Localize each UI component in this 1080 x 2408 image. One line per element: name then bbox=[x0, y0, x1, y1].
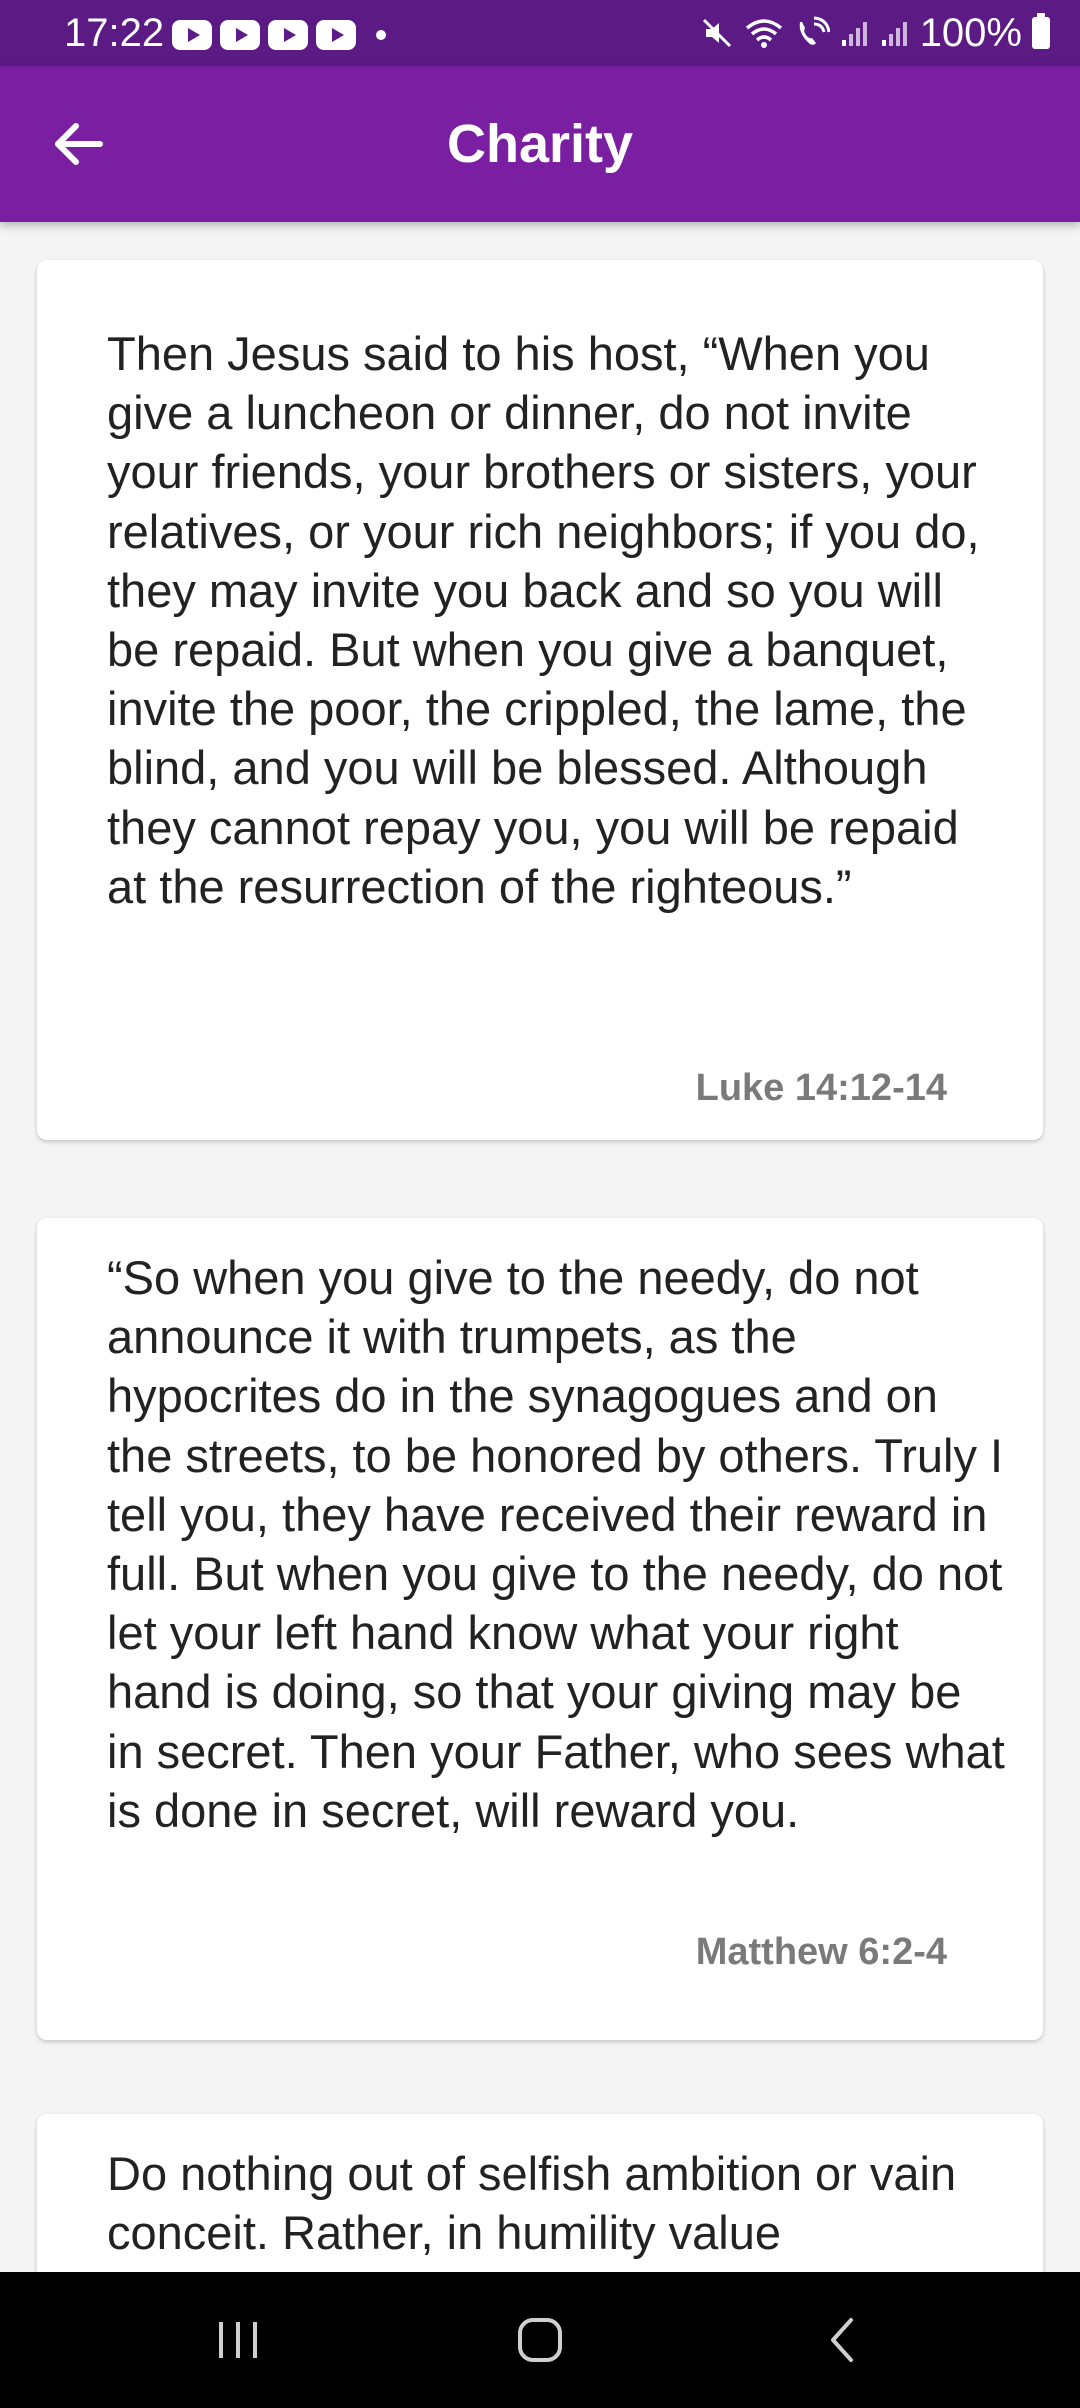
nav-back-button[interactable] bbox=[782, 2300, 902, 2380]
status-icons: 100% bbox=[700, 10, 1050, 56]
battery-percent: 100% bbox=[919, 11, 1022, 55]
verse-card[interactable]: Then Jesus said to his host, “When you g… bbox=[37, 260, 1043, 1140]
more-notifications-dot-icon bbox=[376, 30, 386, 40]
youtube-notification-icon bbox=[316, 20, 356, 50]
verse-reference: Matthew 6:2-4 bbox=[696, 1930, 947, 1974]
youtube-notification-icon bbox=[172, 20, 212, 50]
app-bar: Charity bbox=[0, 66, 1080, 222]
verse-text: Do nothing out of selfish ambition or va… bbox=[107, 2147, 957, 2260]
verse-text: “So when you give to the needy, do not a… bbox=[107, 1251, 1005, 1837]
notification-icons bbox=[172, 20, 386, 50]
verse-reference: Luke 14:12-14 bbox=[696, 1066, 947, 1110]
wifi-icon bbox=[744, 16, 784, 50]
page-title: Charity bbox=[446, 114, 634, 174]
system-nav-bar bbox=[0, 2272, 1080, 2408]
home-icon bbox=[518, 2318, 562, 2362]
verse-list[interactable]: Then Jesus said to his host, “When you g… bbox=[0, 222, 1080, 2272]
battery-icon bbox=[1032, 13, 1050, 49]
home-button[interactable] bbox=[480, 2300, 600, 2380]
verse-card[interactable]: “So when you give to the needy, do not a… bbox=[37, 1218, 1043, 2040]
mute-icon bbox=[700, 16, 734, 50]
signal-icon bbox=[880, 18, 910, 48]
verse-text: Then Jesus said to his host, “When you g… bbox=[107, 327, 980, 913]
verse-number: 14:12-14 bbox=[794, 1067, 947, 1109]
youtube-notification-icon bbox=[268, 20, 308, 50]
verse-book: Luke bbox=[695, 1067, 785, 1109]
wifi-calling-icon bbox=[794, 16, 830, 50]
chevron-left-icon bbox=[831, 2318, 853, 2362]
verse-book: Matthew bbox=[695, 1931, 848, 1973]
status-time: 17:22 bbox=[64, 11, 165, 55]
verse-card[interactable]: Do nothing out of selfish ambition or va… bbox=[37, 2114, 1043, 2272]
recents-icon bbox=[219, 2322, 257, 2358]
signal-icon bbox=[840, 18, 870, 48]
verse-number: 6:2-4 bbox=[858, 1931, 947, 1973]
status-bar: 17:22 100% bbox=[0, 0, 1080, 66]
youtube-notification-icon bbox=[220, 20, 260, 50]
recents-button[interactable] bbox=[178, 2300, 298, 2380]
